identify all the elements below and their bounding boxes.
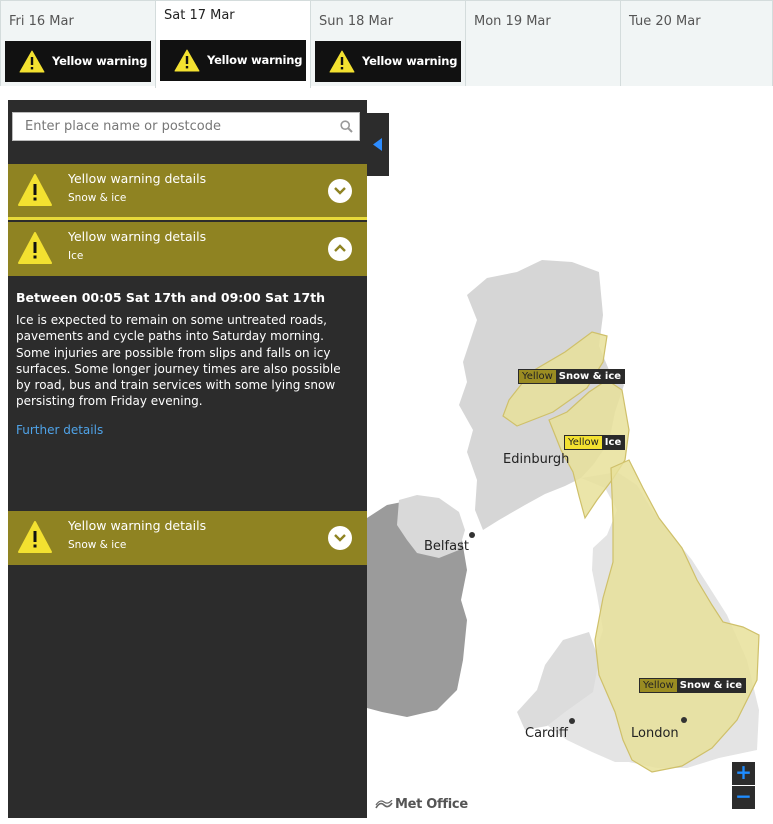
- map-warning-label[interactable]: Yellow Snow & ice: [639, 678, 747, 693]
- warning-triangle-icon: [329, 50, 355, 73]
- warning-description: Ice is expected to remain on some untrea…: [16, 313, 341, 409]
- warning-title: Yellow warning details: [68, 171, 207, 186]
- tab-date: Mon 19 Mar: [474, 14, 551, 29]
- tab-mon-19-mar[interactable]: Mon 19 Mar: [465, 0, 621, 86]
- met-office-logo: Met Office: [375, 797, 468, 812]
- warnings-panel: Yellow warning details Snow & ice Yellow…: [8, 100, 367, 818]
- warning-accordion-3[interactable]: Yellow warning details Snow & ice: [8, 511, 367, 565]
- map-label-type: Snow & ice: [679, 680, 743, 691]
- tab-sun-18-mar[interactable]: Sun 18 Mar Yellow warning: [310, 0, 466, 86]
- chevron-down-icon: [334, 187, 346, 195]
- map-label-type: Ice: [604, 437, 622, 448]
- map-label-type: Snow & ice: [558, 371, 622, 382]
- warning-type: Snow & ice: [68, 539, 127, 551]
- warning-triangle-icon: [18, 232, 52, 264]
- map-label-level: Yellow: [640, 679, 677, 692]
- warning-accordion-2[interactable]: Yellow warning details Ice: [8, 222, 367, 276]
- search-box: [12, 112, 360, 141]
- tab-sat-17-mar[interactable]: Sat 17 Mar Yellow warning: [155, 0, 311, 88]
- met-office-logo-icon: [375, 799, 393, 808]
- chevron-up-icon: [334, 244, 346, 252]
- day-tabs: Fri 16 Mar Yellow warning Sat 17 Mar Yel…: [0, 0, 773, 88]
- warning-triangle-icon: [18, 521, 52, 553]
- expand-button[interactable]: [328, 526, 352, 550]
- warning-triangle-icon: [18, 174, 52, 206]
- warning-badge-label: Yellow warning: [207, 53, 303, 67]
- city-label-belfast: Belfast: [424, 539, 469, 554]
- tab-date: Tue 20 Mar: [629, 14, 701, 29]
- warning-badge: Yellow warning: [5, 41, 151, 82]
- tab-date: Sun 18 Mar: [319, 14, 394, 29]
- map-label-level: Yellow: [519, 370, 556, 383]
- warning-badge-label: Yellow warning: [362, 54, 458, 68]
- search-icon[interactable]: [340, 120, 353, 133]
- warning-badge: Yellow warning: [315, 41, 461, 82]
- warning-type: Snow & ice: [68, 192, 127, 204]
- warning-time-range: Between 00:05 Sat 17th and 09:00 Sat 17t…: [16, 290, 326, 305]
- zoom-out-button[interactable]: −: [732, 786, 755, 809]
- collapse-arrow-icon: [373, 138, 382, 151]
- map-warning-label[interactable]: Yellow Ice: [564, 435, 626, 450]
- warning-map[interactable]: Edinburgh Belfast Cardiff London Yellow …: [367, 100, 765, 818]
- collapse-panel-button[interactable]: [367, 113, 389, 176]
- tab-date: Sat 17 Mar: [164, 8, 235, 23]
- tab-date: Fri 16 Mar: [9, 14, 74, 29]
- warning-triangle-icon: [19, 50, 45, 73]
- map-warning-label[interactable]: Yellow Snow & ice: [518, 369, 626, 384]
- expand-button[interactable]: [328, 179, 352, 203]
- city-label-cardiff: Cardiff: [525, 726, 568, 741]
- zoom-in-button[interactable]: +: [732, 762, 755, 785]
- map-label-level: Yellow: [565, 436, 602, 449]
- city-label-london: London: [631, 726, 679, 741]
- warning-badge-label: Yellow warning: [52, 54, 148, 68]
- chevron-down-icon: [334, 534, 346, 542]
- further-details-link[interactable]: Further details: [16, 423, 103, 437]
- city-marker-london: [681, 717, 687, 723]
- warning-triangle-icon: [174, 49, 200, 72]
- search-input[interactable]: [13, 113, 333, 140]
- divider: [8, 217, 367, 220]
- warning-badge: Yellow warning: [160, 40, 306, 81]
- warning-accordion-1[interactable]: Yellow warning details Snow & ice: [8, 164, 367, 218]
- warning-title: Yellow warning details: [68, 229, 207, 244]
- collapse-button[interactable]: [328, 237, 352, 261]
- logo-text: Met Office: [395, 797, 468, 812]
- warning-title: Yellow warning details: [68, 518, 207, 533]
- city-marker-cardiff: [569, 718, 575, 724]
- city-marker-belfast: [469, 532, 475, 538]
- warning-type: Ice: [68, 250, 84, 262]
- tab-fri-16-mar[interactable]: Fri 16 Mar Yellow warning: [0, 0, 156, 86]
- tab-tue-20-mar[interactable]: Tue 20 Mar: [620, 0, 773, 86]
- city-label-edinburgh: Edinburgh: [503, 452, 570, 467]
